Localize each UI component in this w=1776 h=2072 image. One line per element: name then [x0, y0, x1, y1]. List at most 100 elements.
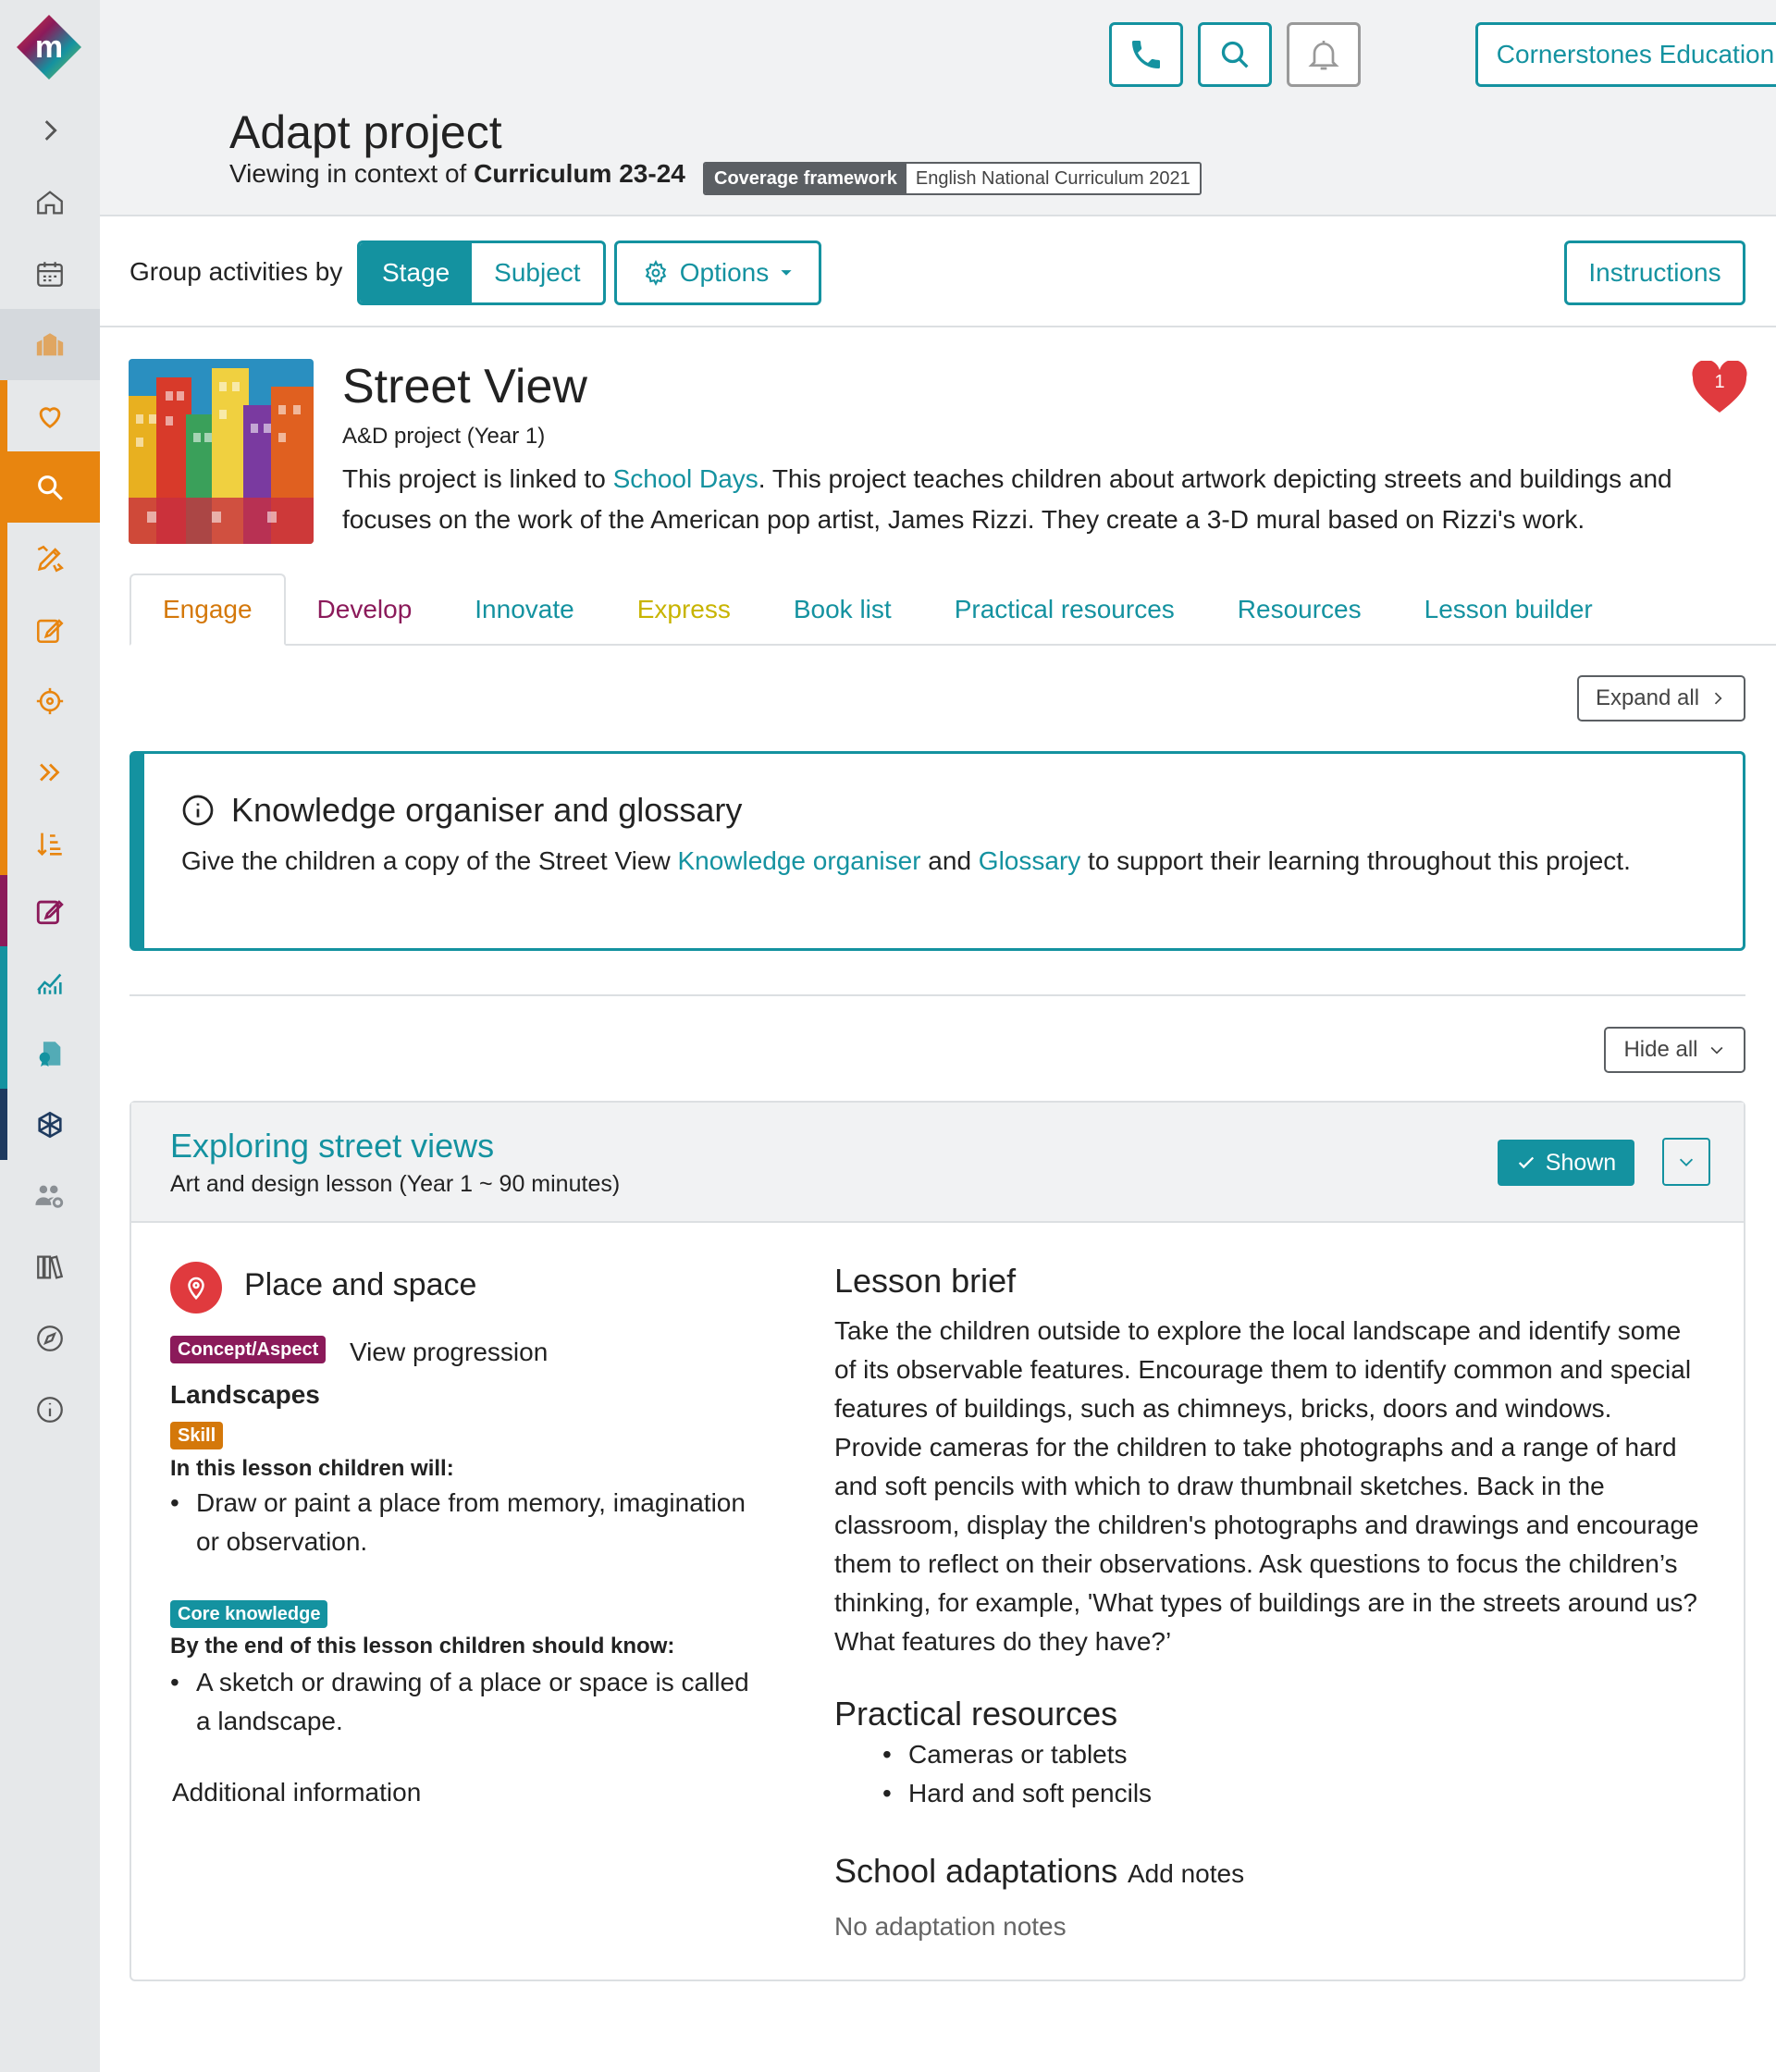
context-line: Viewing in context of Curriculum 23-24	[229, 159, 685, 189]
assessment-icon[interactable]	[0, 875, 100, 946]
school-name[interactable]: Cornerstones Education	[1478, 25, 1776, 84]
phone-button[interactable]	[1109, 22, 1183, 87]
knowledge-text: Give the children a copy of the Street V…	[181, 846, 1631, 876]
double-chevron-icon[interactable]	[0, 736, 100, 808]
stage-button[interactable]: Stage	[360, 243, 473, 302]
library-icon[interactable]	[0, 1231, 100, 1302]
tab-develop[interactable]: Develop	[286, 574, 444, 646]
page-header: Cornerstones Education Adapt project Vie…	[100, 0, 1776, 216]
will-list: Draw or paint a place from memory, imagi…	[170, 1484, 762, 1561]
lesson-brief-heading: Lesson brief	[834, 1262, 1017, 1300]
expand-all-label: Expand all	[1595, 685, 1700, 710]
instructions-button[interactable]: Instructions	[1564, 240, 1745, 305]
collapse-lesson-button[interactable]	[1662, 1138, 1710, 1186]
pencil-ruler-icon[interactable]	[0, 523, 100, 594]
expand-sidebar-icon[interactable]	[0, 94, 100, 166]
chevron-down-icon	[1679, 1158, 1694, 1166]
view-progression-link[interactable]: View progression	[350, 1338, 548, 1367]
lesson-header: Exploring street views Art and design le…	[131, 1103, 1744, 1223]
search-icon	[1221, 41, 1249, 68]
concept-badge: Concept/Aspect	[170, 1336, 327, 1363]
hide-all-button[interactable]: Hide all	[1604, 1027, 1745, 1073]
info-icon	[182, 795, 214, 826]
subject-button[interactable]: Subject	[472, 243, 602, 302]
home-icon[interactable]	[0, 166, 100, 238]
network-icon[interactable]	[0, 1089, 100, 1160]
users-settings-icon[interactable]	[0, 1160, 100, 1231]
search-button[interactable]	[1198, 22, 1272, 87]
practical-resources-heading: Practical resources	[834, 1695, 1118, 1733]
tab-engage[interactable]: Engage	[130, 574, 286, 646]
knowledge-text-3: to support their learning throughout thi…	[1080, 846, 1631, 875]
will-item: Draw or paint a place from memory, imagi…	[170, 1484, 762, 1561]
app-logo[interactable]: m	[15, 13, 83, 81]
check-icon	[1518, 1156, 1534, 1169]
lesson-brief-text: Take the children outside to explore the…	[834, 1316, 1699, 1656]
school-switcher[interactable]: Cornerstones Education	[1475, 22, 1776, 87]
caret-down-icon	[781, 269, 792, 276]
svg-text:m: m	[35, 30, 63, 65]
glossary-link[interactable]: Glossary	[979, 846, 1080, 875]
tab-practical-resources[interactable]: Practical resources	[923, 574, 1206, 646]
shown-toggle-button[interactable]: Shown	[1498, 1140, 1634, 1186]
compass-icon[interactable]	[0, 1302, 100, 1374]
school-days-link[interactable]: School Days	[613, 464, 758, 493]
core-knowledge-badge: Core knowledge	[170, 1600, 328, 1628]
project-subtitle: A&D project (Year 1)	[342, 424, 546, 449]
favourite-button[interactable]: 1	[1691, 359, 1748, 414]
tab-innovate[interactable]: Innovate	[443, 574, 605, 646]
favourite-count: 1	[1714, 372, 1725, 392]
coverage-value: English National Curriculum 2021	[906, 164, 1200, 193]
target-icon[interactable]	[0, 665, 100, 736]
add-notes-link[interactable]: Add notes	[1128, 1859, 1244, 1889]
search-icon[interactable]	[0, 451, 100, 523]
project-tabs: Engage Develop Innovate Express Book list Pra…	[130, 574, 1776, 646]
edit-icon[interactable]	[0, 594, 100, 665]
chevron-right-icon	[1714, 692, 1722, 705]
sort-icon[interactable]	[0, 808, 100, 879]
know-label: By the end of this lesson children shoul…	[170, 1634, 675, 1659]
additional-info-link[interactable]: Additional information	[172, 1778, 421, 1807]
tab-express[interactable]: Express	[606, 574, 762, 646]
coverage-framework-badge: Coverage framework English National Curr…	[703, 162, 1202, 195]
tab-book-list[interactable]: Book list	[762, 574, 923, 646]
gear-icon	[645, 260, 666, 286]
resources-list: Cameras or tablets Hard and soft pencils	[882, 1735, 1152, 1813]
tab-lesson-builder[interactable]: Lesson builder	[1393, 574, 1624, 646]
divider	[130, 994, 1745, 996]
know-item: A sketch or drawing of a place or space …	[170, 1663, 762, 1741]
know-list: A sketch or drawing of a place or space …	[170, 1663, 762, 1741]
desc-text: This project is linked to	[342, 464, 613, 493]
expand-all-button[interactable]: Expand all	[1577, 675, 1745, 722]
knowledge-organiser-panel: Knowledge organiser and glossary Give th…	[130, 751, 1745, 951]
notifications-button[interactable]	[1287, 22, 1361, 87]
options-button[interactable]: Options	[614, 240, 821, 305]
lesson-title-link[interactable]: Exploring street views	[170, 1127, 494, 1166]
project-thumbnail	[129, 359, 314, 544]
lesson-card: Exploring street views Art and design le…	[130, 1101, 1745, 1981]
skill-badge: Skill	[170, 1422, 224, 1449]
knowledge-text-1: Give the children a copy of the Street V…	[181, 846, 678, 875]
calendar-icon[interactable]	[0, 238, 100, 309]
project-description: This project is linked to School Days. T…	[342, 459, 1693, 540]
resource-item: Cameras or tablets	[882, 1735, 1152, 1774]
info-icon[interactable]	[0, 1374, 100, 1445]
sidebar: m	[0, 0, 100, 2072]
chart-icon[interactable]	[0, 946, 100, 1018]
project-title: Street View	[342, 360, 587, 413]
knowledge-title: Knowledge organiser and glossary	[231, 791, 743, 829]
resource-item: Hard and soft pencils	[882, 1774, 1152, 1813]
map-pin-icon	[170, 1262, 222, 1314]
knowledge-organiser-link[interactable]: Knowledge organiser	[677, 846, 920, 875]
lesson-subtitle: Art and design lesson (Year 1 ~ 90 minut…	[170, 1171, 621, 1197]
hide-all-label: Hide all	[1623, 1037, 1698, 1062]
tab-resources[interactable]: Resources	[1206, 574, 1393, 646]
will-label: In this lesson children will:	[170, 1456, 454, 1481]
topic-heading: Place and space	[244, 1267, 477, 1302]
school-adaptations-heading: School adaptations	[834, 1852, 1118, 1890]
certificate-icon[interactable]	[0, 1018, 100, 1089]
chevron-down-icon	[1710, 1046, 1722, 1054]
group-by-label: Group activities by	[130, 257, 343, 286]
school-icon[interactable]	[0, 309, 100, 380]
heart-icon[interactable]	[0, 380, 100, 451]
